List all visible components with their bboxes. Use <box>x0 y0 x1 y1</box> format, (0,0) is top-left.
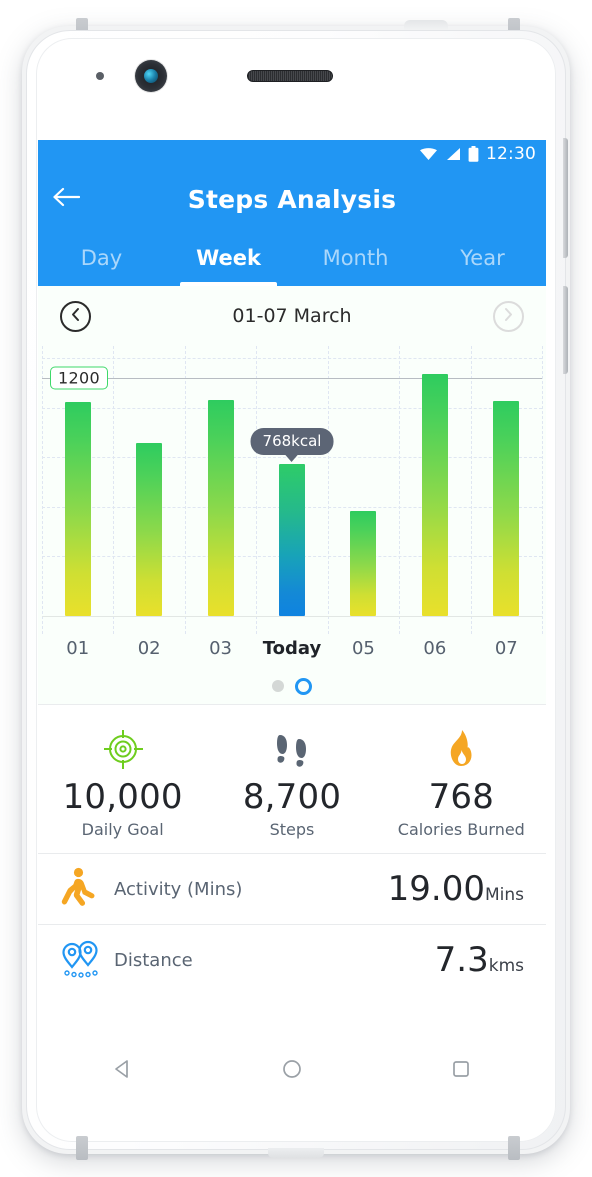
system-navigation-bar <box>38 1038 546 1104</box>
chart-bar[interactable] <box>279 464 305 616</box>
next-week-button[interactable] <box>493 301 524 332</box>
activity-label: Activity (Mins) <box>110 879 388 900</box>
steps-bar-chart: 1200 768kcal <box>42 346 542 634</box>
front-camera-icon <box>135 60 167 92</box>
goal-value-badge: 1200 <box>50 366 108 389</box>
chart-gridline-v <box>542 346 543 634</box>
period-tabs: Day Week Month Year <box>38 230 546 286</box>
distance-value: 7.3 <box>435 940 489 980</box>
stat-calories: 768 Calories Burned <box>377 723 546 839</box>
date-selector: 01-07 March <box>38 286 546 346</box>
chart-baseline <box>42 616 542 617</box>
pager-dot-1[interactable] <box>272 680 284 692</box>
pager-dot-2[interactable] <box>295 678 312 695</box>
chart-gridline-v <box>42 346 43 634</box>
steps-label: Steps <box>270 820 315 839</box>
chart-bar[interactable] <box>208 400 234 616</box>
chart-x-label: 07 <box>495 638 518 659</box>
stat-daily-goal: 10,000 Daily Goal <box>38 723 207 839</box>
chart-bar[interactable] <box>493 401 519 616</box>
pager-dots <box>38 668 546 704</box>
volume-button[interactable] <box>563 286 568 374</box>
chart-gridline-v <box>256 346 257 634</box>
tab-week[interactable]: Week <box>165 230 292 286</box>
phone-mockup: 12:30 Steps Analysis Day Week Month Year <box>0 0 592 1177</box>
frame-accent-bottom <box>268 1148 324 1158</box>
app-bar: Steps Analysis Day Week Month Year <box>38 168 546 286</box>
stat-steps: 8,700 Steps <box>207 723 376 839</box>
system-recents-button[interactable] <box>433 1051 489 1091</box>
chart-plot-area: 1200 768kcal <box>42 346 542 634</box>
page-title: Steps Analysis <box>38 185 546 214</box>
metric-row-distance[interactable]: Distance 7.3kms <box>38 924 546 995</box>
chart-gridline-v <box>399 346 400 634</box>
earpiece-speaker-icon <box>247 70 333 82</box>
back-button[interactable] <box>38 186 94 212</box>
chart-gridline-v <box>185 346 186 634</box>
flame-icon <box>438 723 484 775</box>
date-range-label: 01-07 March <box>91 305 493 327</box>
chart-x-axis: 01 02 03 Today 05 06 07 <box>42 634 542 668</box>
status-bar-clock: 12:30 <box>486 144 536 164</box>
system-back-button[interactable] <box>95 1051 151 1091</box>
calories-value: 768 <box>429 777 495 817</box>
chart-bar[interactable] <box>65 402 91 616</box>
chart-gridline-v <box>471 346 472 634</box>
system-home-button[interactable] <box>264 1051 320 1091</box>
metric-row-activity[interactable]: Activity (Mins) 19.00Mins <box>38 853 546 924</box>
chart-x-label: 06 <box>423 638 446 659</box>
chevron-left-icon <box>70 307 81 326</box>
power-button[interactable] <box>563 138 568 258</box>
proximity-sensor-icon <box>96 72 104 80</box>
tab-day[interactable]: Day <box>38 230 165 286</box>
chart-x-label: 05 <box>352 638 375 659</box>
frame-accent-bottom-right <box>508 1136 520 1160</box>
chevron-right-icon <box>503 307 514 326</box>
recents-square-icon <box>449 1057 473 1085</box>
frame-accent-bottom-left <box>76 1136 88 1160</box>
status-bar: 12:30 <box>38 140 546 168</box>
tab-month[interactable]: Month <box>292 230 419 286</box>
map-pins-icon <box>60 938 110 982</box>
back-arrow-icon <box>52 186 80 212</box>
wifi-icon <box>419 147 438 161</box>
steps-value: 8,700 <box>243 777 341 817</box>
chart-x-label: 02 <box>138 638 161 659</box>
signal-icon <box>445 147 461 161</box>
chart-gridline-v <box>113 346 114 634</box>
previous-week-button[interactable] <box>60 301 91 332</box>
daily-goal-value: 10,000 <box>63 777 183 817</box>
tab-year[interactable]: Year <box>419 230 546 286</box>
activity-value: 19.00 <box>388 869 485 909</box>
back-triangle-icon <box>111 1057 135 1085</box>
battery-icon <box>468 146 479 162</box>
footsteps-icon <box>269 723 315 775</box>
chart-bar[interactable] <box>136 443 162 616</box>
chart-panel: 01-07 March 1200768kcal 010203Today05060… <box>38 286 546 704</box>
chart-gridline-h <box>42 358 542 359</box>
chart-gridline-h <box>42 408 542 409</box>
chart-bar[interactable] <box>422 374 448 616</box>
walking-person-icon <box>60 866 110 912</box>
chart-gridline-v <box>328 346 329 634</box>
activity-value-group: 19.00Mins <box>388 869 524 909</box>
phone-screen: 12:30 Steps Analysis Day Week Month Year <box>38 140 546 1038</box>
activity-unit: Mins <box>485 885 524 905</box>
chart-x-label: Today <box>263 638 321 659</box>
distance-unit: kms <box>489 956 524 976</box>
chart-tooltip: 768kcal <box>251 428 334 455</box>
chart-x-label: 01 <box>66 638 89 659</box>
target-icon <box>100 723 146 775</box>
daily-goal-label: Daily Goal <box>82 820 164 839</box>
summary-stats: 10,000 Daily Goal 8,700 Steps <box>38 704 546 853</box>
goal-line <box>42 378 542 379</box>
chart-bar[interactable] <box>350 511 376 616</box>
chart-x-label: 03 <box>209 638 232 659</box>
home-circle-icon <box>280 1057 304 1085</box>
distance-value-group: 7.3kms <box>435 940 524 980</box>
calories-label: Calories Burned <box>398 820 525 839</box>
distance-label: Distance <box>110 950 435 971</box>
